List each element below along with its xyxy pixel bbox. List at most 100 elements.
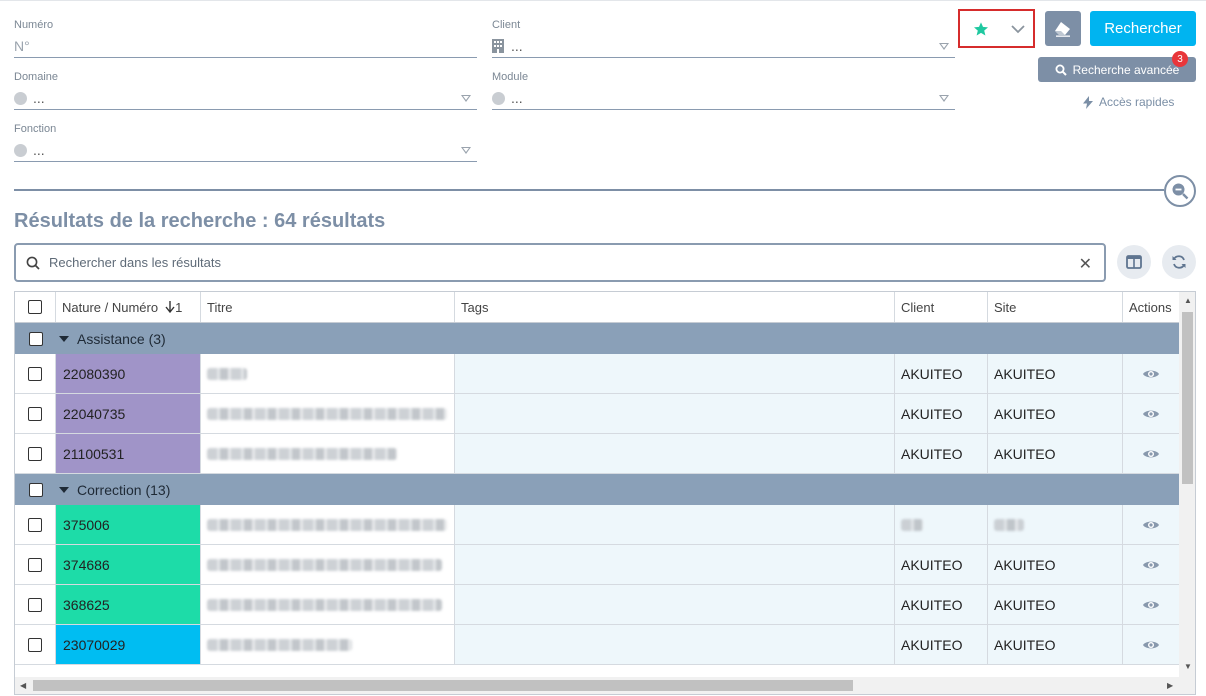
- sort-desc-icon: [165, 301, 175, 313]
- refresh-icon: [1172, 255, 1186, 269]
- row-checkbox[interactable]: [28, 406, 42, 421]
- row-tags-cell: [455, 394, 895, 433]
- scroll-right-icon[interactable]: ▶: [1167, 681, 1173, 690]
- row-checkbox[interactable]: [28, 557, 42, 572]
- caret-down-icon[interactable]: [59, 486, 69, 493]
- column-header-titre[interactable]: Titre: [201, 292, 455, 322]
- horizontal-scrollbar[interactable]: ◀ ▶: [15, 677, 1195, 694]
- table-row[interactable]: 23070029 AKUITEO AKUITEO: [15, 625, 1179, 665]
- scroll-left-icon[interactable]: ◀: [20, 681, 26, 690]
- fonction-field[interactable]: Fonction ...: [14, 115, 477, 162]
- client-dropdown-icon[interactable]: [939, 43, 949, 50]
- numero-field[interactable]: Numéro N°: [14, 11, 477, 58]
- domaine-field[interactable]: Domaine ...: [14, 63, 477, 110]
- module-value: ...: [511, 90, 523, 106]
- vertical-scrollbar[interactable]: ▲ ▼: [1179, 292, 1195, 678]
- row-numero-cell[interactable]: 23070029: [56, 625, 201, 664]
- results-search-input[interactable]: Rechercher dans les résultats ✕: [14, 243, 1106, 282]
- star-icon: [974, 21, 988, 35]
- client-field[interactable]: Client ...: [492, 11, 955, 58]
- table-row[interactable]: 368625 AKUITEO AKUITEO: [15, 585, 1179, 625]
- row-titre-redacted: [207, 598, 442, 611]
- search-icon: [1055, 64, 1067, 76]
- row-checkbox[interactable]: [28, 366, 42, 381]
- row-tags-cell: [455, 354, 895, 393]
- module-dropdown-icon[interactable]: [939, 95, 949, 102]
- row-client: AKUITEO: [901, 556, 963, 573]
- row-checkbox[interactable]: [28, 637, 42, 652]
- quick-access-label: Accès rapides: [1099, 95, 1175, 109]
- row-numero: 22080390: [63, 365, 126, 382]
- domaine-dot-icon: [14, 91, 27, 105]
- row-titre-cell: [201, 545, 455, 584]
- sort-order: 1: [175, 299, 183, 315]
- view-eye-icon[interactable]: [1142, 598, 1160, 612]
- group-label: Assistance (3): [77, 330, 166, 347]
- column-header-client[interactable]: Client: [895, 292, 988, 322]
- view-eye-icon[interactable]: [1142, 447, 1160, 461]
- clear-filters-button[interactable]: [1045, 11, 1081, 46]
- favorites-dropdown[interactable]: [958, 9, 1035, 48]
- domaine-label: Domaine: [14, 71, 59, 83]
- refresh-button[interactable]: [1162, 245, 1196, 279]
- quick-access-link[interactable]: Accès rapides: [1083, 95, 1174, 109]
- view-eye-icon[interactable]: [1142, 407, 1160, 421]
- row-numero: 375006: [63, 516, 110, 533]
- group-checkbox[interactable]: [29, 482, 43, 497]
- zoom-out-icon: [1172, 183, 1189, 200]
- select-all-checkbox[interactable]: [28, 300, 42, 314]
- view-eye-icon[interactable]: [1142, 558, 1160, 572]
- row-numero-cell[interactable]: 375006: [56, 505, 201, 544]
- fonction-dropdown-icon[interactable]: [461, 147, 471, 154]
- column-header-tags[interactable]: Tags: [455, 292, 895, 322]
- table-row[interactable]: 374686 AKUITEO AKUITEO: [15, 545, 1179, 585]
- clear-search-icon[interactable]: ✕: [1079, 254, 1092, 274]
- group-row[interactable]: Assistance (3): [15, 323, 1179, 354]
- search-button[interactable]: Rechercher: [1090, 11, 1196, 46]
- view-eye-icon[interactable]: [1142, 518, 1160, 532]
- row-titre-redacted: [207, 367, 247, 380]
- row-checkbox[interactable]: [28, 597, 42, 612]
- scroll-down-icon[interactable]: ▼: [1184, 662, 1192, 671]
- row-client-cell: AKUITEO: [895, 545, 988, 584]
- row-titre-redacted: [207, 558, 442, 571]
- module-field[interactable]: Module ...: [492, 63, 955, 110]
- row-checkbox[interactable]: [28, 517, 42, 532]
- view-eye-icon[interactable]: [1142, 367, 1160, 381]
- row-tags-cell: [455, 545, 895, 584]
- scroll-up-icon[interactable]: ▲: [1184, 296, 1192, 305]
- caret-down-icon[interactable]: [59, 335, 69, 342]
- table-row[interactable]: 22040735 AKUITEO AKUITEO: [15, 394, 1179, 434]
- numero-input[interactable]: N°: [14, 38, 30, 54]
- row-titre-redacted: [207, 518, 447, 531]
- group-label: Correction (13): [77, 481, 171, 498]
- row-numero-cell[interactable]: 22080390: [56, 354, 201, 393]
- row-site-cell: AKUITEO: [988, 625, 1123, 664]
- table-row[interactable]: 22080390 AKUITEO AKUITEO: [15, 354, 1179, 394]
- row-site: AKUITEO: [994, 445, 1056, 462]
- row-site-cell: AKUITEO: [988, 354, 1123, 393]
- collapse-form-button[interactable]: [1164, 175, 1196, 207]
- row-checkbox[interactable]: [28, 446, 42, 461]
- table-row[interactable]: 375006: [15, 505, 1179, 545]
- results-table: Nature / Numéro 1 Titre Tags Client Site…: [14, 291, 1196, 695]
- vertical-scroll-thumb[interactable]: [1182, 312, 1193, 484]
- group-checkbox[interactable]: [29, 331, 43, 346]
- row-client-cell: AKUITEO: [895, 394, 988, 433]
- search-icon: [26, 256, 40, 270]
- view-eye-icon[interactable]: [1142, 638, 1160, 652]
- row-numero-cell[interactable]: 374686: [56, 545, 201, 584]
- columns-icon: [1126, 255, 1142, 269]
- columns-layout-button[interactable]: [1117, 245, 1151, 279]
- column-header-site[interactable]: Site: [988, 292, 1123, 322]
- table-row[interactable]: 21100531 AKUITEO AKUITEO: [15, 434, 1179, 474]
- group-row[interactable]: Correction (13): [15, 474, 1179, 505]
- numero-label: Numéro: [14, 19, 54, 31]
- row-numero-cell[interactable]: 368625: [56, 585, 201, 624]
- row-numero-cell[interactable]: 21100531: [56, 434, 201, 473]
- domaine-dropdown-icon[interactable]: [461, 95, 471, 102]
- row-numero-cell[interactable]: 22040735: [56, 394, 201, 433]
- horizontal-scroll-thumb[interactable]: [33, 680, 853, 691]
- column-header-nature[interactable]: Nature / Numéro 1: [56, 292, 201, 322]
- domaine-value: ...: [33, 90, 45, 106]
